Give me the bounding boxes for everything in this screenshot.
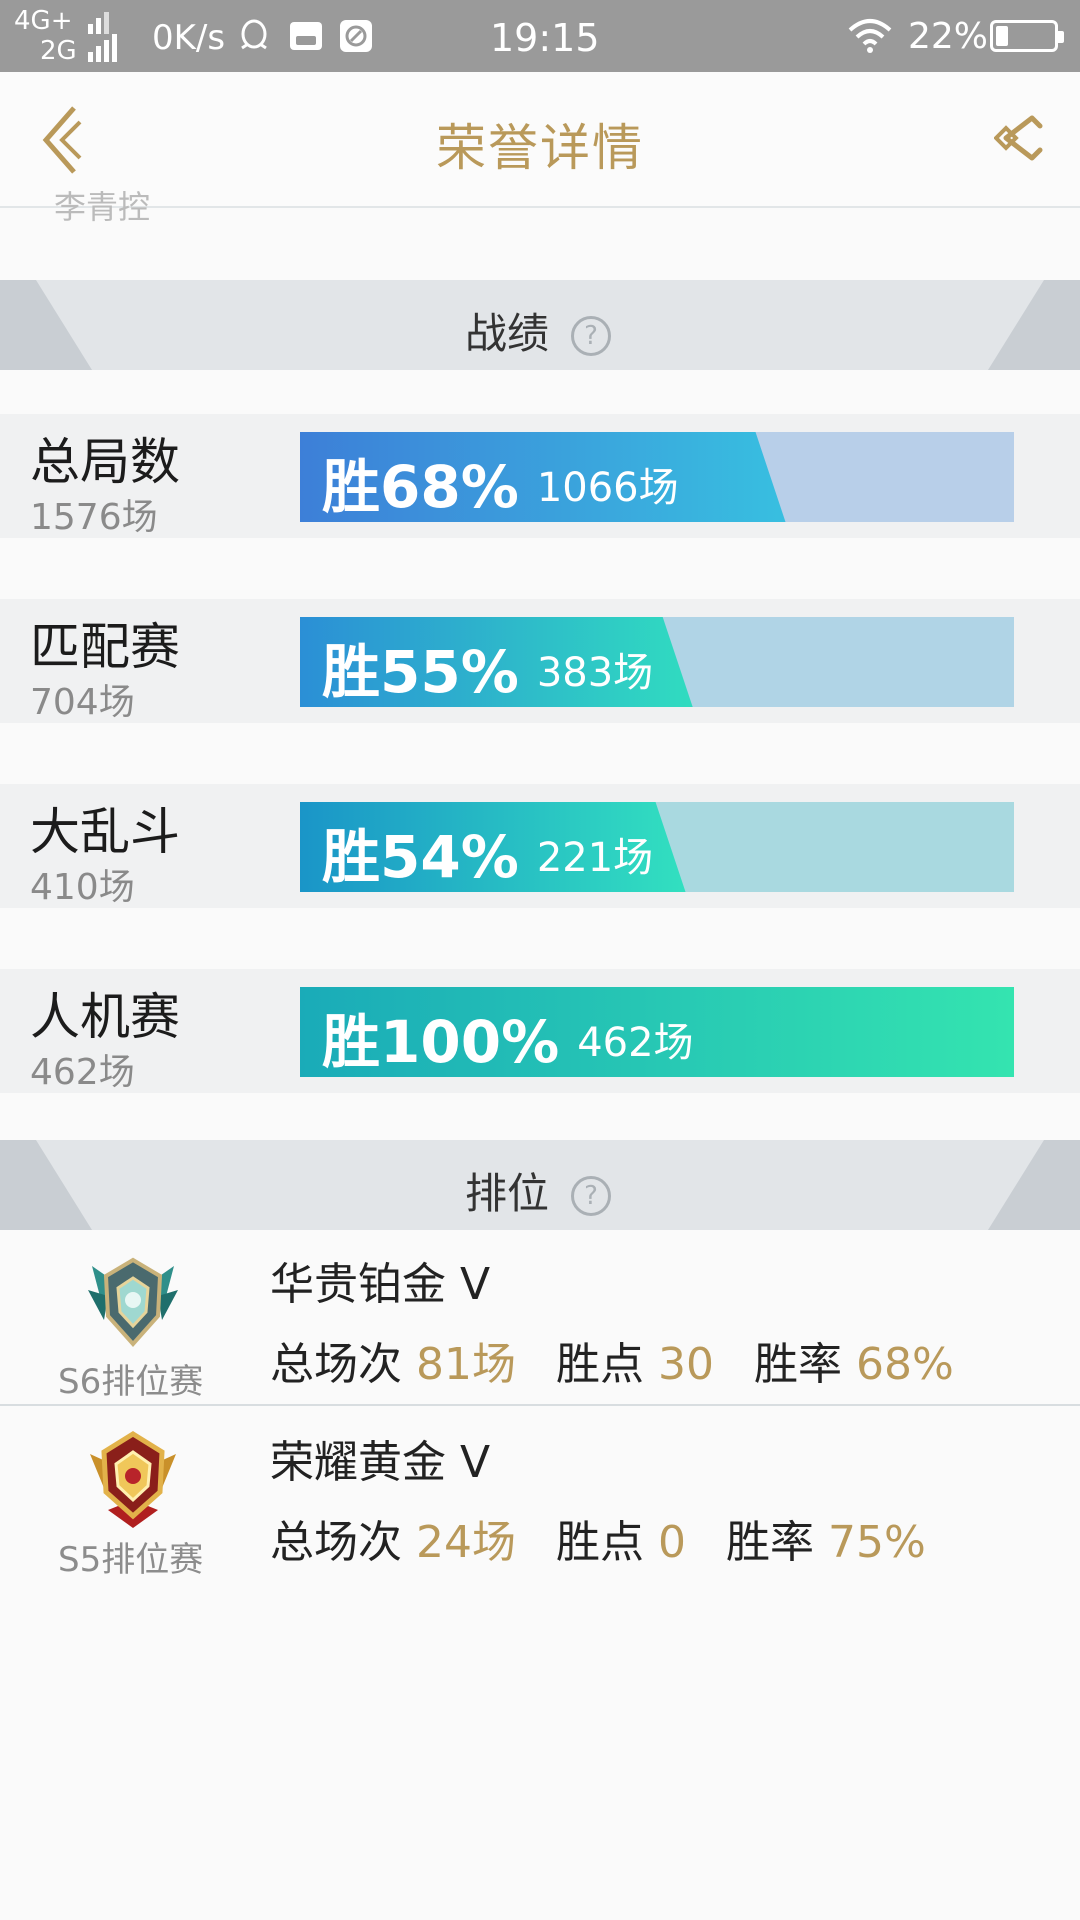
partial-scrolled-text: 李青控: [54, 190, 151, 224]
winrate-bar: 胜68% 1066场: [300, 432, 1014, 522]
winrate-bar: 胜55% 383场: [300, 617, 1014, 707]
season-label: S5排位赛: [58, 1540, 204, 1580]
help-icon[interactable]: ?: [571, 316, 611, 356]
clock: 19:15: [490, 16, 600, 60]
rank-row[interactable]: S5排位赛 荣耀黄金 V 总场次 24场 胜点 0 胜率 75%: [0, 1408, 1080, 1584]
network-indicator: 4G+ 2G: [14, 6, 77, 66]
winrate-bar-label: 胜55% 383场: [322, 625, 653, 707]
winrate-bar-label: 胜100% 462场: [322, 995, 694, 1077]
points-value: 0: [658, 1517, 686, 1568]
games-label: 总场次: [270, 1339, 402, 1390]
winrate-bar-label: 胜68% 1066场: [322, 440, 679, 522]
record-section-header: 战绩?: [0, 280, 1080, 370]
share-icon[interactable]: [994, 108, 1050, 168]
winrate-bar: 胜54% 221场: [300, 802, 1014, 892]
rank-stats: 总场次 24场 胜点 0 胜率 75%: [270, 1506, 926, 1570]
games-value: 24场: [416, 1517, 516, 1568]
stat-name: 大乱斗: [30, 803, 180, 861]
tier-name: 荣耀黄金 V: [270, 1437, 491, 1488]
stat-name: 人机赛: [30, 988, 180, 1046]
stat-name: 匹配赛: [30, 618, 180, 676]
wins-count: 462场: [577, 1020, 694, 1066]
points-value: 30: [658, 1339, 714, 1390]
winrate-text: 胜68%: [322, 453, 519, 521]
wins-count: 1066场: [536, 465, 679, 511]
rank-section-title: 排位: [464, 1169, 549, 1218]
gold-badge-icon: [78, 1424, 188, 1534]
network-type-top: 4G+: [14, 6, 73, 36]
winrate-text: 胜100%: [322, 1008, 560, 1076]
points-label: 胜点: [556, 1517, 644, 1568]
winrate-text: 胜54%: [322, 823, 519, 891]
network-type-bottom: 2G: [40, 36, 77, 66]
winrate-bar: 胜100% 462场: [300, 987, 1014, 1077]
rank-stats: 总场次 81场 胜点 30 胜率 68%: [270, 1328, 954, 1392]
app-icon: [340, 20, 372, 52]
stat-row[interactable]: 大乱斗 410场 胜54% 221场: [0, 784, 1080, 908]
stat-total-games: 1576场: [30, 497, 158, 538]
battery-nub: [1058, 31, 1064, 43]
wifi-icon: [848, 19, 892, 53]
platinum-badge-icon: [78, 1246, 188, 1356]
rank-section-header: 排位?: [0, 1140, 1080, 1230]
season-label: S6排位赛: [58, 1362, 204, 1402]
qq-icon: [241, 19, 267, 50]
stat-row[interactable]: 总局数 1576场 胜68% 1066场: [0, 414, 1080, 538]
winrate-label: 胜率: [726, 1517, 814, 1568]
record-section-title-wrap: 战绩?: [0, 300, 1080, 361]
battery-percent: 22%: [908, 16, 989, 57]
stat-total-games: 462场: [30, 1052, 135, 1093]
games-value: 81场: [416, 1339, 516, 1390]
games-label: 总场次: [270, 1517, 402, 1568]
winrate-value: 68%: [856, 1339, 954, 1390]
winrate-value: 75%: [828, 1517, 926, 1568]
wins-count: 383场: [536, 650, 654, 696]
tier-name: 华贵铂金 V: [270, 1259, 491, 1310]
status-bar: 4G+ 2G 0K/s 19:15 22%: [0, 0, 1080, 72]
battery-level: [996, 26, 1009, 46]
stat-row[interactable]: 人机赛 462场 胜100% 462场: [0, 969, 1080, 1093]
vivo-icon: [290, 22, 322, 50]
wins-count: 221场: [536, 835, 654, 881]
rank-section-title-wrap: 排位?: [0, 1160, 1080, 1221]
stat-total-games: 704场: [30, 682, 135, 723]
page-title: 荣誉详情: [436, 119, 644, 177]
winrate-bar-label: 胜54% 221场: [322, 810, 653, 892]
stat-row[interactable]: 匹配赛 704场 胜55% 383场: [0, 599, 1080, 723]
points-label: 胜点: [556, 1339, 644, 1390]
battery-icon: [990, 20, 1064, 52]
stat-total-games: 410场: [30, 867, 135, 908]
help-icon[interactable]: ?: [571, 1176, 611, 1216]
rank-row[interactable]: S6排位赛 华贵铂金 V 总场次 81场 胜点 30 胜率 68%: [0, 1230, 1080, 1406]
stat-name: 总局数: [30, 433, 180, 491]
signal-icon: [88, 12, 117, 62]
winrate-label: 胜率: [754, 1339, 842, 1390]
app-header: 荣誉详情: [0, 72, 1080, 208]
network-speed: 0K/s: [152, 18, 226, 58]
record-section-title: 战绩: [464, 309, 549, 358]
winrate-text: 胜55%: [322, 638, 519, 706]
